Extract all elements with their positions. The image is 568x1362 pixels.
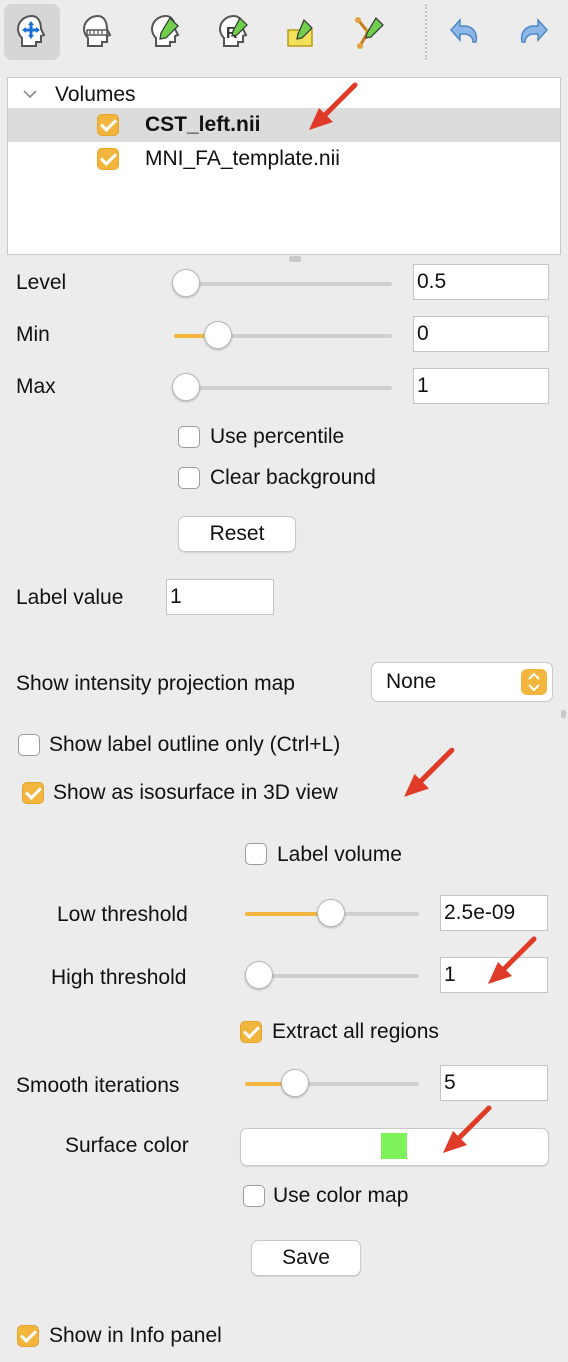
roi-edit-button[interactable]: R (206, 4, 262, 60)
voxel-edit-button[interactable] (70, 4, 126, 60)
use-percentile-label: Use percentile (210, 425, 345, 448)
use-color-map-label: Use color map (273, 1184, 409, 1207)
point-set-edit-icon (287, 18, 313, 47)
tree-item-mni-fa-template[interactable]: MNI_FA_template.nii (8, 142, 560, 176)
label-value-field[interactable]: 1 (166, 579, 274, 615)
label-outline-label: Show label outline only (Ctrl+L) (49, 733, 341, 756)
clear-background-checkbox[interactable] (178, 467, 200, 489)
label-value-label: Label value (16, 586, 124, 609)
undo-icon (449, 18, 478, 43)
isosurface-label: Show as isosurface in 3D view (53, 781, 338, 804)
annotation-arrow-icon (404, 747, 455, 797)
recon-edit-icon (150, 14, 180, 47)
min-label: Min (16, 323, 50, 346)
select-arrows-icon (521, 669, 547, 695)
smooth-iterations-field[interactable]: 5 (440, 1065, 548, 1101)
show-info-panel-checkbox[interactable] (17, 1325, 39, 1347)
chevron-down-icon[interactable] (22, 86, 38, 102)
projection-map-value: None (386, 670, 437, 693)
contour-icon (355, 17, 384, 49)
navigate-button[interactable] (4, 4, 60, 60)
surface-color-button[interactable] (240, 1128, 549, 1166)
reset-button[interactable]: Reset (178, 516, 296, 552)
layer-tree[interactable]: Volumes CST_left.nii MNI_FA_template.nii (7, 77, 561, 255)
low-threshold-field[interactable]: 2.5e-09 (440, 895, 548, 931)
label-outline-checkbox[interactable] (18, 734, 40, 756)
projection-map-label: Show intensity projection map (16, 672, 295, 695)
smooth-iterations-slider[interactable] (281, 1069, 309, 1097)
max-field[interactable]: 1 (413, 368, 549, 404)
annotation-arrow-icon (309, 82, 358, 130)
use-color-map-checkbox[interactable] (243, 1185, 265, 1207)
extract-all-regions-label: Extract all regions (272, 1020, 439, 1043)
contour-button[interactable] (342, 4, 398, 60)
smooth-iterations-label: Smooth iterations (16, 1074, 180, 1097)
high-threshold-label: High threshold (51, 966, 187, 989)
layer-visibility-checkbox[interactable] (97, 114, 119, 136)
max-slider[interactable] (172, 373, 200, 401)
min-field[interactable]: 0 (413, 316, 549, 352)
show-info-panel-label: Show in Info panel (49, 1324, 222, 1347)
tree-item-cst-left[interactable]: CST_left.nii (8, 108, 560, 142)
redo-icon (520, 18, 549, 43)
recon-edit-button[interactable] (138, 4, 194, 60)
level-field[interactable]: 0.5 (413, 264, 549, 300)
isosurface-checkbox[interactable] (22, 782, 44, 804)
toolbar-separator (425, 4, 427, 60)
extract-all-regions-checkbox[interactable] (240, 1021, 262, 1043)
level-label: Level (16, 271, 67, 294)
tree-group-label: Volumes (55, 83, 136, 106)
redo-button[interactable] (504, 4, 560, 60)
layer-visibility-checkbox[interactable] (97, 148, 119, 170)
roi-edit-icon: R (218, 14, 248, 47)
panel-resize-handle[interactable] (561, 710, 566, 718)
point-set-edit-button[interactable] (274, 4, 330, 60)
max-slider-track[interactable] (174, 386, 392, 390)
level-slider[interactable] (172, 269, 200, 297)
surface-color-swatch (381, 1133, 407, 1159)
navigate-icon (16, 14, 46, 47)
annotation-arrow-icon (488, 936, 537, 984)
toolbar: R (0, 0, 568, 72)
level-slider-track[interactable] (174, 282, 392, 286)
layer-name: CST_left.nii (145, 113, 261, 136)
undo-button[interactable] (438, 4, 494, 60)
annotation-arrow-icon (443, 1105, 492, 1153)
splitter-handle[interactable] (289, 256, 301, 262)
label-volume-checkbox[interactable] (245, 843, 267, 865)
projection-map-select[interactable]: None (371, 662, 553, 702)
high-threshold-slider[interactable] (245, 961, 273, 989)
use-percentile-checkbox[interactable] (178, 426, 200, 448)
surface-color-label: Surface color (65, 1134, 189, 1157)
save-button[interactable]: Save (251, 1240, 361, 1276)
low-threshold-label: Low threshold (57, 903, 188, 926)
layer-name: MNI_FA_template.nii (145, 147, 340, 170)
max-label: Max (16, 375, 56, 398)
low-threshold-slider[interactable] (317, 899, 345, 927)
label-volume-label: Label volume (277, 843, 402, 866)
tree-group-volumes[interactable]: Volumes (8, 78, 560, 112)
clear-background-label: Clear background (210, 466, 376, 489)
min-slider[interactable] (204, 321, 232, 349)
voxel-edit-icon (82, 14, 112, 47)
